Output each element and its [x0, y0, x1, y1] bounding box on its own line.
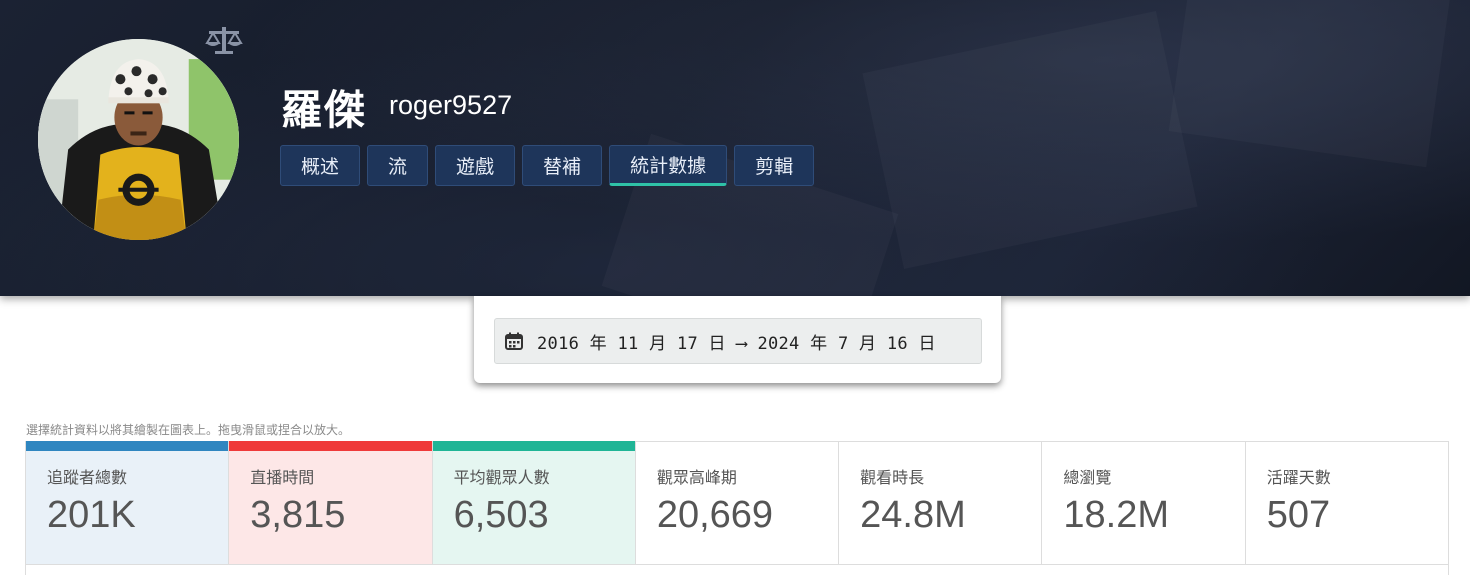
- chart-area-top: [25, 565, 1449, 575]
- stat-label: 活躍天數: [1266, 468, 1331, 487]
- stat-value: 6,503: [453, 494, 549, 536]
- stat-value: 20,669: [656, 494, 774, 536]
- avatar-illustration: [38, 39, 239, 240]
- stat-total-views[interactable]: 總瀏覽 18.2M: [1042, 441, 1246, 565]
- stat-label: 平均觀眾人數: [453, 468, 550, 487]
- date-range-card: 2016 年 11 月 17 日 ⟶ 2024 年 7 月 16 日: [474, 296, 1001, 383]
- profile-banner: 羅傑 roger9527 概述 流 遊戲 替補 統計數據 剪輯: [0, 0, 1470, 296]
- stat-value: 201K: [47, 494, 136, 536]
- tab-statistics[interactable]: 統計數據: [609, 145, 728, 186]
- stat-value: 3,815: [250, 494, 346, 536]
- stat-label: 總瀏覽: [1063, 468, 1112, 487]
- chart-hint: 選擇統計資料以將其繪製在圖表上。拖曳滑鼠或捏合以放大。: [26, 423, 351, 437]
- tab-games[interactable]: 遊戲: [435, 145, 516, 186]
- stat-active-days[interactable]: 活躍天數 507: [1245, 441, 1449, 565]
- tab-substitutes[interactable]: 替補: [522, 145, 603, 186]
- scale-icon[interactable]: [205, 25, 243, 55]
- stat-peak-viewers[interactable]: 觀眾高峰期 20,669: [635, 441, 840, 565]
- tab-overview[interactable]: 概述: [280, 145, 361, 186]
- profile-tabs: 概述 流 遊戲 替補 統計數據 剪輯: [280, 145, 815, 186]
- stat-stream-hours[interactable]: 直播時間 3,815: [229, 441, 433, 565]
- stat-label: 觀看時長: [860, 468, 925, 487]
- tab-clips[interactable]: 剪輯: [734, 145, 815, 186]
- stat-value: 24.8M: [860, 494, 966, 536]
- stat-average-viewers[interactable]: 平均觀眾人數 6,503: [432, 441, 636, 565]
- date-range-picker[interactable]: 2016 年 11 月 17 日 ⟶ 2024 年 7 月 16 日: [494, 318, 982, 364]
- stat-accent-bar: [229, 441, 432, 451]
- stat-label: 追蹤者總數: [47, 468, 128, 487]
- banner-decoration: [1169, 0, 1452, 167]
- avatar[interactable]: [38, 39, 239, 240]
- banner-decoration: [862, 11, 1197, 269]
- stat-value: 507: [1266, 494, 1331, 536]
- tab-streams[interactable]: 流: [367, 145, 429, 186]
- stat-label: 直播時間: [250, 468, 315, 487]
- date-range-text: 2016 年 11 月 17 日 ⟶ 2024 年 7 月 16 日: [537, 333, 936, 354]
- stat-accent-bar: [432, 441, 635, 451]
- display-name: 羅傑: [281, 86, 367, 134]
- username: roger9527: [389, 90, 513, 120]
- stat-accent-bar: [26, 441, 229, 451]
- stat-value: 18.2M: [1063, 494, 1170, 536]
- stat-watch-time[interactable]: 觀看時長 24.8M: [839, 441, 1043, 565]
- stats-row: 追蹤者總數 201K 直播時間 3,815 平均觀眾人數 6,503 觀眾高峰期…: [25, 441, 1449, 575]
- calendar-icon: [505, 332, 523, 350]
- stat-label: 觀眾高峰期: [656, 468, 737, 487]
- stat-total-followers[interactable]: 追蹤者總數 201K: [26, 441, 230, 565]
